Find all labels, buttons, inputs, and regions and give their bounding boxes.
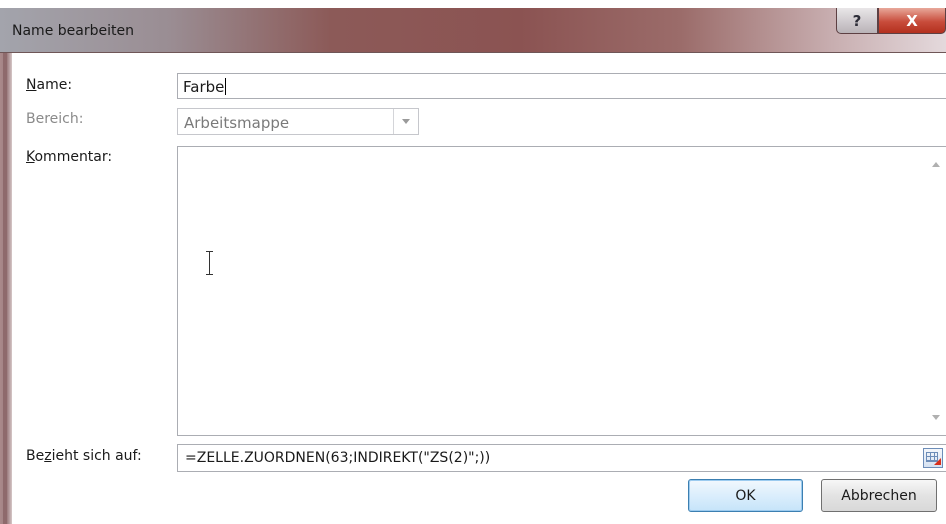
comment-label: Kommentar: [26,149,112,165]
scope-label: Bereich: [26,111,84,127]
name-input[interactable]: Farbe [177,73,946,99]
text-cursor-icon [204,251,215,275]
scroll-down-icon[interactable] [932,415,940,420]
dialog-body: Name: Farbe Bereich: Arbeitsmappe Kommen… [12,53,946,524]
help-icon: ? [852,11,862,30]
refers-to-input-value: =ZELLE.ZUORDNEN(63;INDIREKT("ZS(2)";)) [185,450,491,466]
help-button[interactable]: ? [836,8,878,34]
scope-select[interactable]: Arbeitsmappe [177,108,419,135]
scope-dropdown-button[interactable] [393,109,418,134]
collapse-arrow-icon [934,458,941,465]
name-label: Name: [26,77,72,93]
dialog-title: Name bearbeiten [12,23,134,39]
name-label-text: ame: [36,77,73,93]
name-label-hotkey: N [26,77,37,93]
range-select-button[interactable] [923,448,943,468]
chevron-down-icon [402,119,410,124]
close-button[interactable]: X [878,8,946,34]
comment-label-text: ommentar: [34,149,113,165]
cancel-button[interactable]: Abbrechen [821,479,937,512]
refers-to-label-hotkey: z [44,448,52,464]
title-bar[interactable]: Name bearbeiten ? X [0,0,946,53]
refers-to-label-text: ieht sich auf: [51,448,142,464]
refers-to-input[interactable]: =ZELLE.ZUORDNEN(63;INDIREKT("ZS(2)";)) [177,444,946,472]
name-input-value: Farbe [183,78,225,96]
refers-to-label: Bezieht sich auf: [26,448,142,464]
ok-button[interactable]: OK [688,479,803,512]
scope-select-value: Arbeitsmappe [184,114,290,132]
text-caret [225,78,227,95]
comment-scrollbar[interactable] [926,147,946,435]
comment-textarea[interactable] [177,146,946,436]
window-frame-left [0,53,12,524]
edit-name-dialog: Name bearbeiten ? X Name: Farbe Bereich:… [0,0,946,524]
refers-to-label-start: Be [26,448,45,464]
close-icon: X [906,11,918,30]
scroll-up-icon[interactable] [932,162,940,167]
